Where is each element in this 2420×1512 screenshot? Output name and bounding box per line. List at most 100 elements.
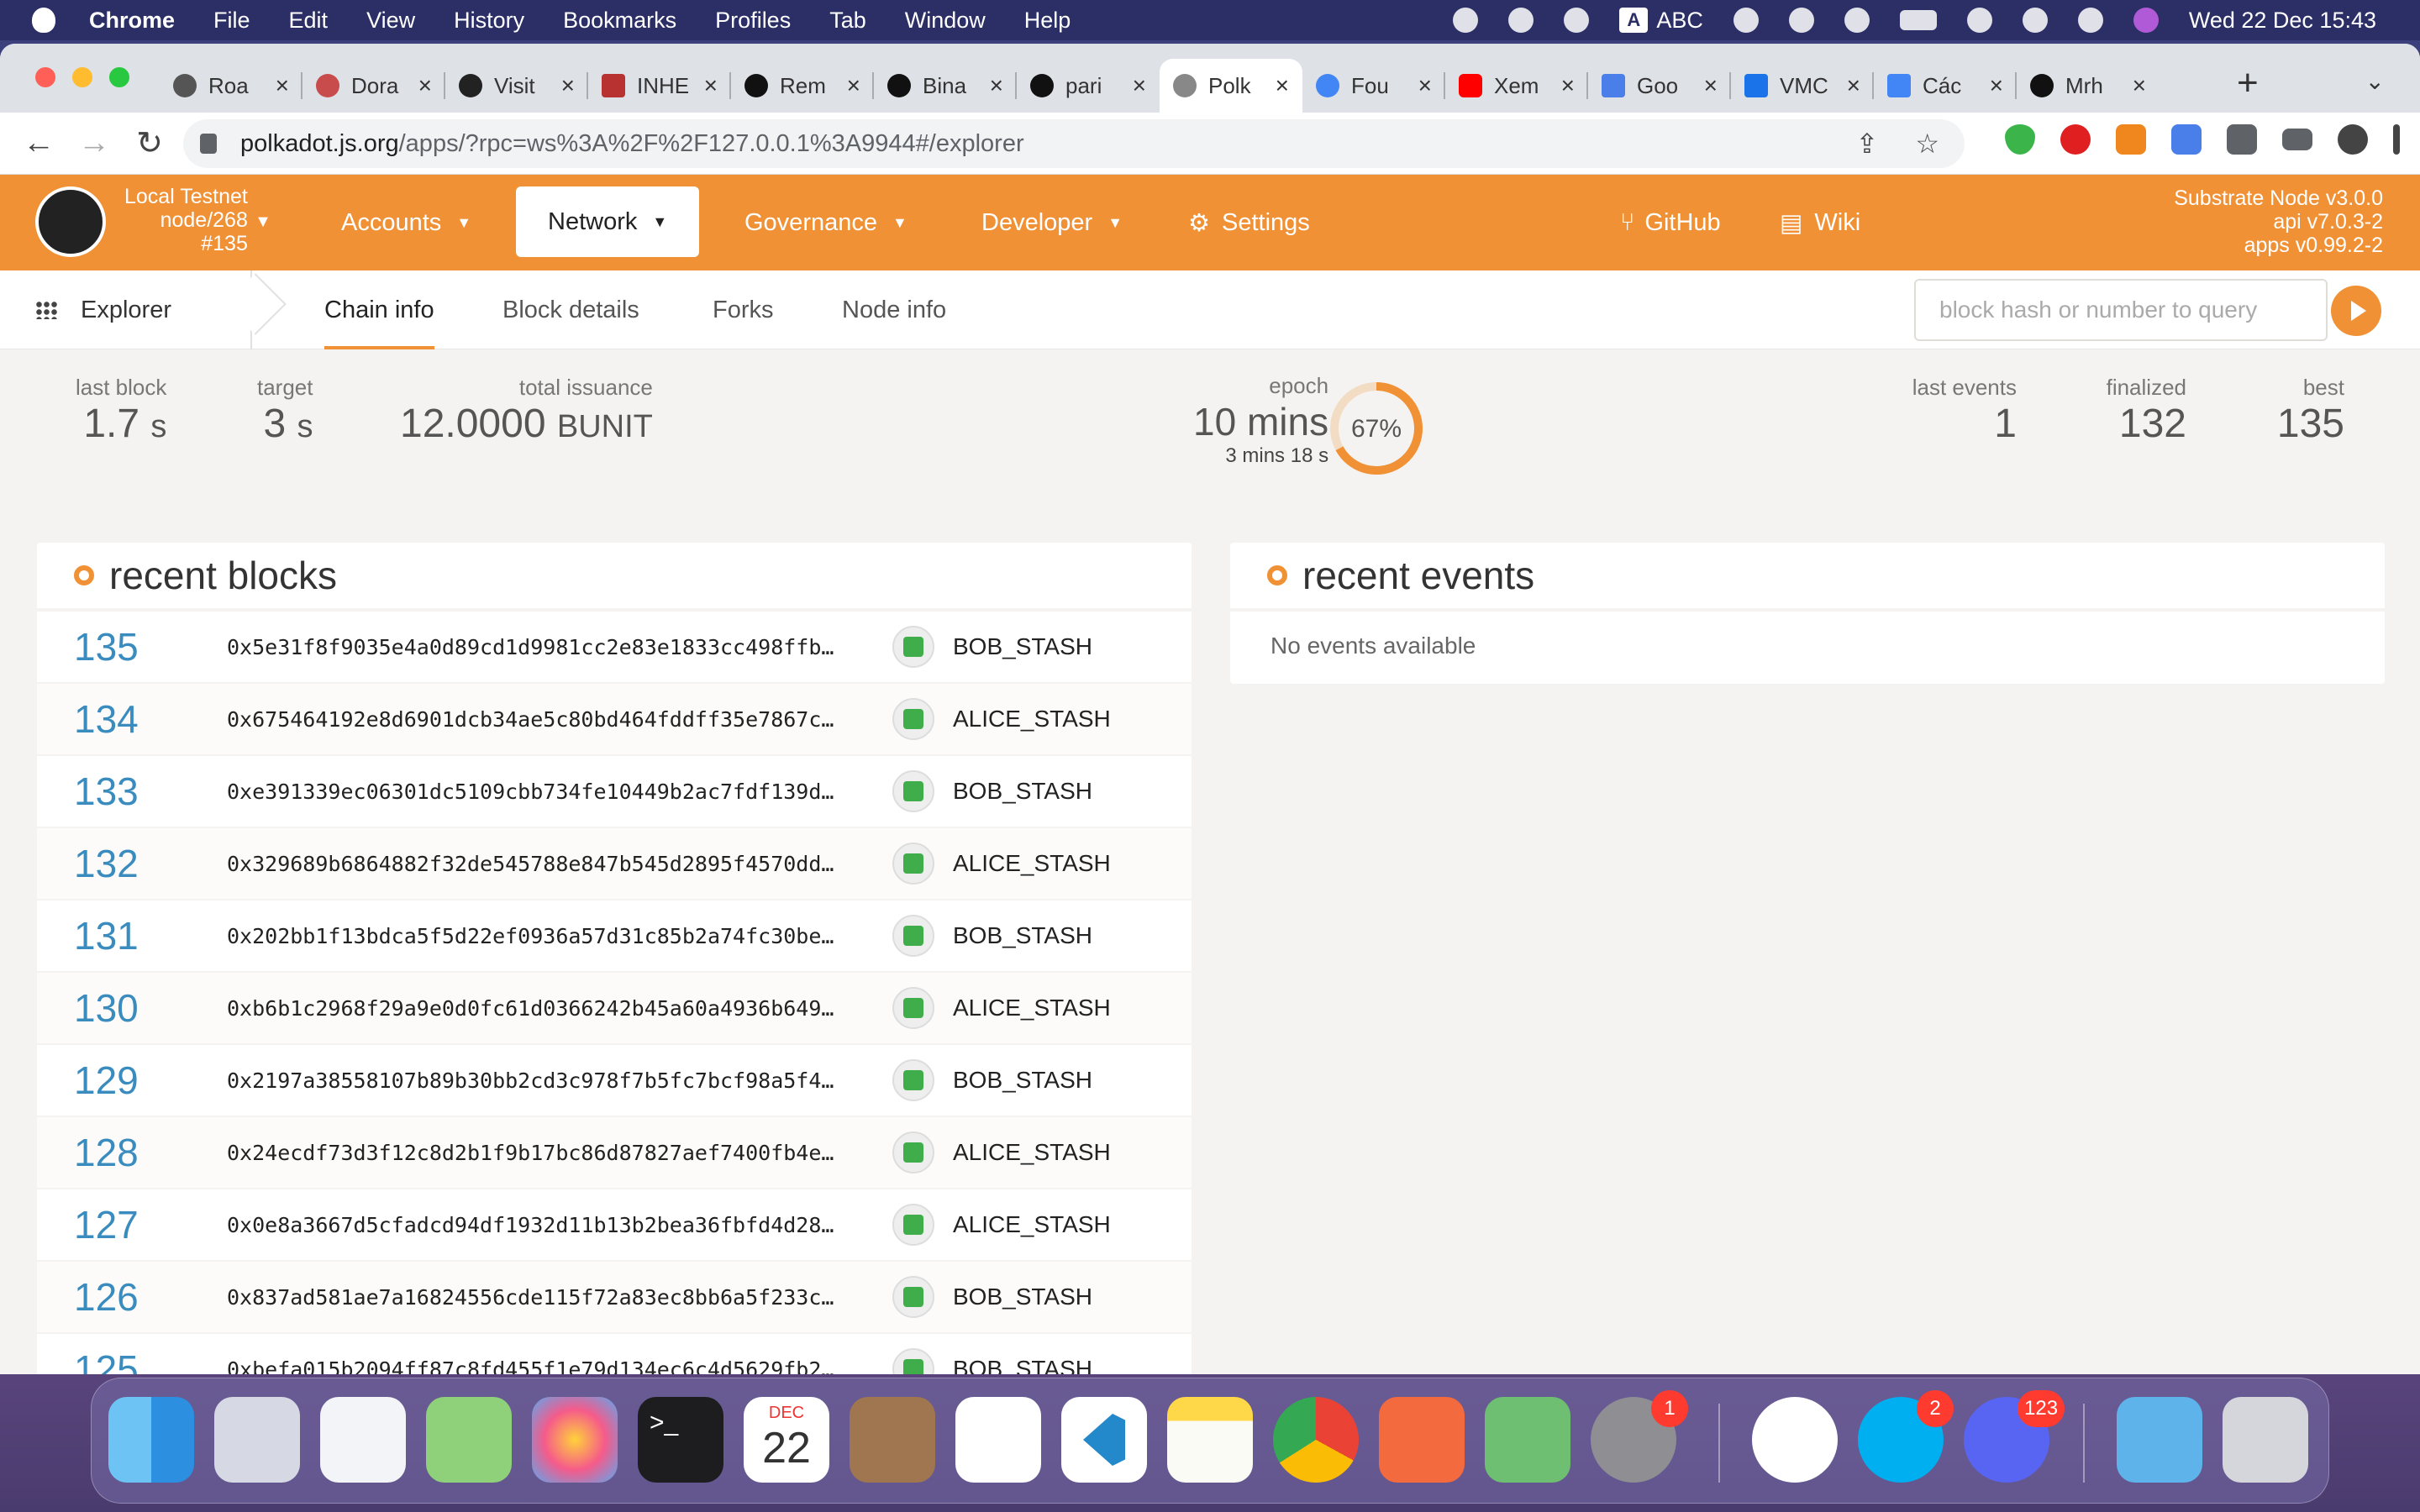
terminal-icon[interactable]: >_	[638, 1397, 723, 1483]
reminders-icon[interactable]	[955, 1397, 1041, 1483]
browser-tab[interactable]: Rem ×	[731, 59, 874, 113]
block-hash-link[interactable]: 0x329689b6864882f32de545788e847b545d2895…	[227, 852, 859, 876]
nav-governance[interactable]: Governance ▼	[744, 175, 908, 270]
menu-tab[interactable]: Tab	[829, 8, 866, 34]
close-tab-icon[interactable]: ×	[1418, 72, 1432, 99]
query-go-button[interactable]	[2331, 286, 2381, 336]
identicon-icon[interactable]	[892, 915, 934, 957]
block-number-link[interactable]: 132	[37, 841, 205, 886]
metamask-extension-icon[interactable]	[2116, 124, 2146, 155]
close-tab-icon[interactable]: ×	[1990, 72, 2003, 99]
wifi-icon[interactable]	[1966, 8, 1992, 33]
notes-icon[interactable]	[1167, 1397, 1253, 1483]
block-author[interactable]: BOB_STASH	[953, 1067, 1092, 1094]
browser-tab[interactable]: pari ×	[1017, 59, 1160, 113]
forward-button[interactable]: →	[77, 125, 111, 161]
block-hash-link[interactable]: 0x837ad581ae7a16824556cde115f72a83ec8bb6…	[227, 1285, 859, 1310]
identicon-icon[interactable]	[892, 987, 934, 1029]
browser-tab[interactable]: Fou ×	[1302, 59, 1445, 113]
close-tab-icon[interactable]: ×	[276, 72, 289, 99]
browser-tab[interactable]: Xem ×	[1445, 59, 1588, 113]
atom-icon[interactable]	[1485, 1397, 1570, 1483]
input-source[interactable]: A ABC	[1619, 8, 1703, 34]
folder-icon[interactable]	[2117, 1397, 2202, 1483]
lock-icon[interactable]	[200, 134, 217, 154]
chrome-icon[interactable]	[1273, 1397, 1359, 1483]
chain-selector[interactable]: Local Testnet node/268 #135 ▼	[124, 185, 271, 255]
menu-help[interactable]: Help	[1024, 8, 1071, 34]
nav-wiki[interactable]: ▤ Wiki	[1780, 175, 1860, 270]
block-author[interactable]: BOB_STASH	[953, 922, 1092, 949]
block-hash-link[interactable]: 0xbefa015b2094ff87c8fd455f1e79d134ec6c4d…	[227, 1357, 859, 1375]
contacts-icon[interactable]	[850, 1397, 935, 1483]
spotlight-icon[interactable]	[2022, 8, 2048, 33]
block-hash-link[interactable]: 0x24ecdf73d3f12c8d2b1f9b17bc86d87827aef7…	[227, 1141, 859, 1165]
vscode-icon[interactable]	[1061, 1397, 1147, 1483]
adblock-extension-icon[interactable]	[2060, 124, 2091, 155]
browser-tab[interactable]: VMC ×	[1731, 59, 1874, 113]
reload-button[interactable]: ↻	[133, 124, 166, 162]
shield-extension-icon[interactable]	[2005, 124, 2035, 155]
block-hash-link[interactable]: 0x5e31f8f9035e4a0d89cd1d9981cc2e83e1833c…	[227, 635, 859, 659]
identicon-icon[interactable]	[892, 1348, 934, 1374]
block-author[interactable]: BOB_STASH	[953, 778, 1092, 805]
browser-tab-active[interactable]: Polk ×	[1160, 59, 1302, 113]
maps-icon[interactable]	[426, 1397, 512, 1483]
block-author[interactable]: ALICE_STASH	[953, 995, 1111, 1021]
address-bar[interactable]: polkadot.js.org /apps/?rpc=ws%3A%2F%2F12…	[183, 119, 1965, 168]
identicon-icon[interactable]	[892, 843, 934, 885]
close-tab-icon[interactable]: ×	[990, 72, 1003, 99]
tab-chain-info[interactable]: Chain info	[308, 270, 451, 349]
calendar-app-icon[interactable]: DEC 22	[744, 1397, 829, 1483]
block-author[interactable]: BOB_STASH	[953, 1356, 1092, 1374]
identicon-icon[interactable]	[892, 770, 934, 812]
postman-icon[interactable]	[1379, 1397, 1465, 1483]
nav-developer[interactable]: Developer ▼	[981, 175, 1123, 270]
block-number-link[interactable]: 126	[37, 1274, 205, 1320]
menu-window[interactable]: Window	[905, 8, 986, 34]
block-author[interactable]: ALICE_STASH	[953, 706, 1111, 732]
block-author[interactable]: ALICE_STASH	[953, 850, 1111, 877]
nav-github[interactable]: ⑂ GitHub	[1620, 175, 1721, 270]
section-explorer[interactable]: Explorer	[35, 270, 171, 349]
identicon-icon[interactable]	[892, 1204, 934, 1246]
play-icon[interactable]	[1508, 8, 1534, 33]
block-number-link[interactable]: 125	[37, 1347, 205, 1374]
menu-history[interactable]: History	[454, 8, 524, 34]
block-author[interactable]: BOB_STASH	[953, 633, 1092, 660]
reading-list-icon[interactable]	[2282, 129, 2312, 150]
close-tab-icon[interactable]: ×	[847, 72, 860, 99]
block-query-input[interactable]: block hash or number to query	[1914, 279, 2328, 341]
block-hash-link[interactable]: 0xe391339ec06301dc5109cbb734fe10449b2ac7…	[227, 780, 859, 804]
close-tab-icon[interactable]: ×	[1276, 72, 1289, 99]
tab-block-details[interactable]: Block details	[486, 270, 656, 349]
browser-tab[interactable]: Mrh ×	[2017, 59, 2160, 113]
block-hash-link[interactable]: 0x2197a38558107b89b30bb2cd3c978f7b5fc7bc…	[227, 1068, 859, 1093]
identicon-icon[interactable]	[892, 1131, 934, 1173]
substrate-logo-icon[interactable]	[35, 186, 106, 257]
block-number-link[interactable]: 127	[37, 1202, 205, 1247]
block-hash-link[interactable]: 0x202bb1f13bdca5f5d22ef0936a57d31c85b2a7…	[227, 924, 859, 948]
close-tab-icon[interactable]: ×	[704, 72, 718, 99]
back-button[interactable]: ←	[22, 125, 55, 161]
nav-accounts[interactable]: Accounts ▼	[341, 175, 471, 270]
clock-icon[interactable]	[1453, 8, 1479, 33]
siri-icon[interactable]	[2133, 8, 2159, 33]
block-number-link[interactable]: 134	[37, 696, 205, 742]
menu-view[interactable]: View	[366, 8, 415, 34]
nav-network[interactable]: Network ▼	[516, 186, 700, 257]
browser-tab[interactable]: Bina ×	[874, 59, 1017, 113]
bluetooth-icon[interactable]	[1844, 8, 1870, 33]
identicon-icon[interactable]	[892, 698, 934, 740]
close-tab-icon[interactable]: ×	[1133, 72, 1146, 99]
battery-icon[interactable]	[1899, 10, 1937, 30]
translate-extension-icon[interactable]	[2171, 124, 2202, 155]
block-number-link[interactable]: 129	[37, 1058, 205, 1103]
safari-icon[interactable]	[320, 1397, 406, 1483]
tab-search-icon[interactable]: ⌄	[2365, 67, 2385, 95]
block-author[interactable]: BOB_STASH	[953, 1284, 1092, 1310]
identicon-icon[interactable]	[892, 1059, 934, 1101]
menu-chrome[interactable]: Chrome	[89, 8, 175, 34]
close-tab-icon[interactable]: ×	[1704, 72, 1718, 99]
browser-tab[interactable]: Dora ×	[302, 59, 445, 113]
